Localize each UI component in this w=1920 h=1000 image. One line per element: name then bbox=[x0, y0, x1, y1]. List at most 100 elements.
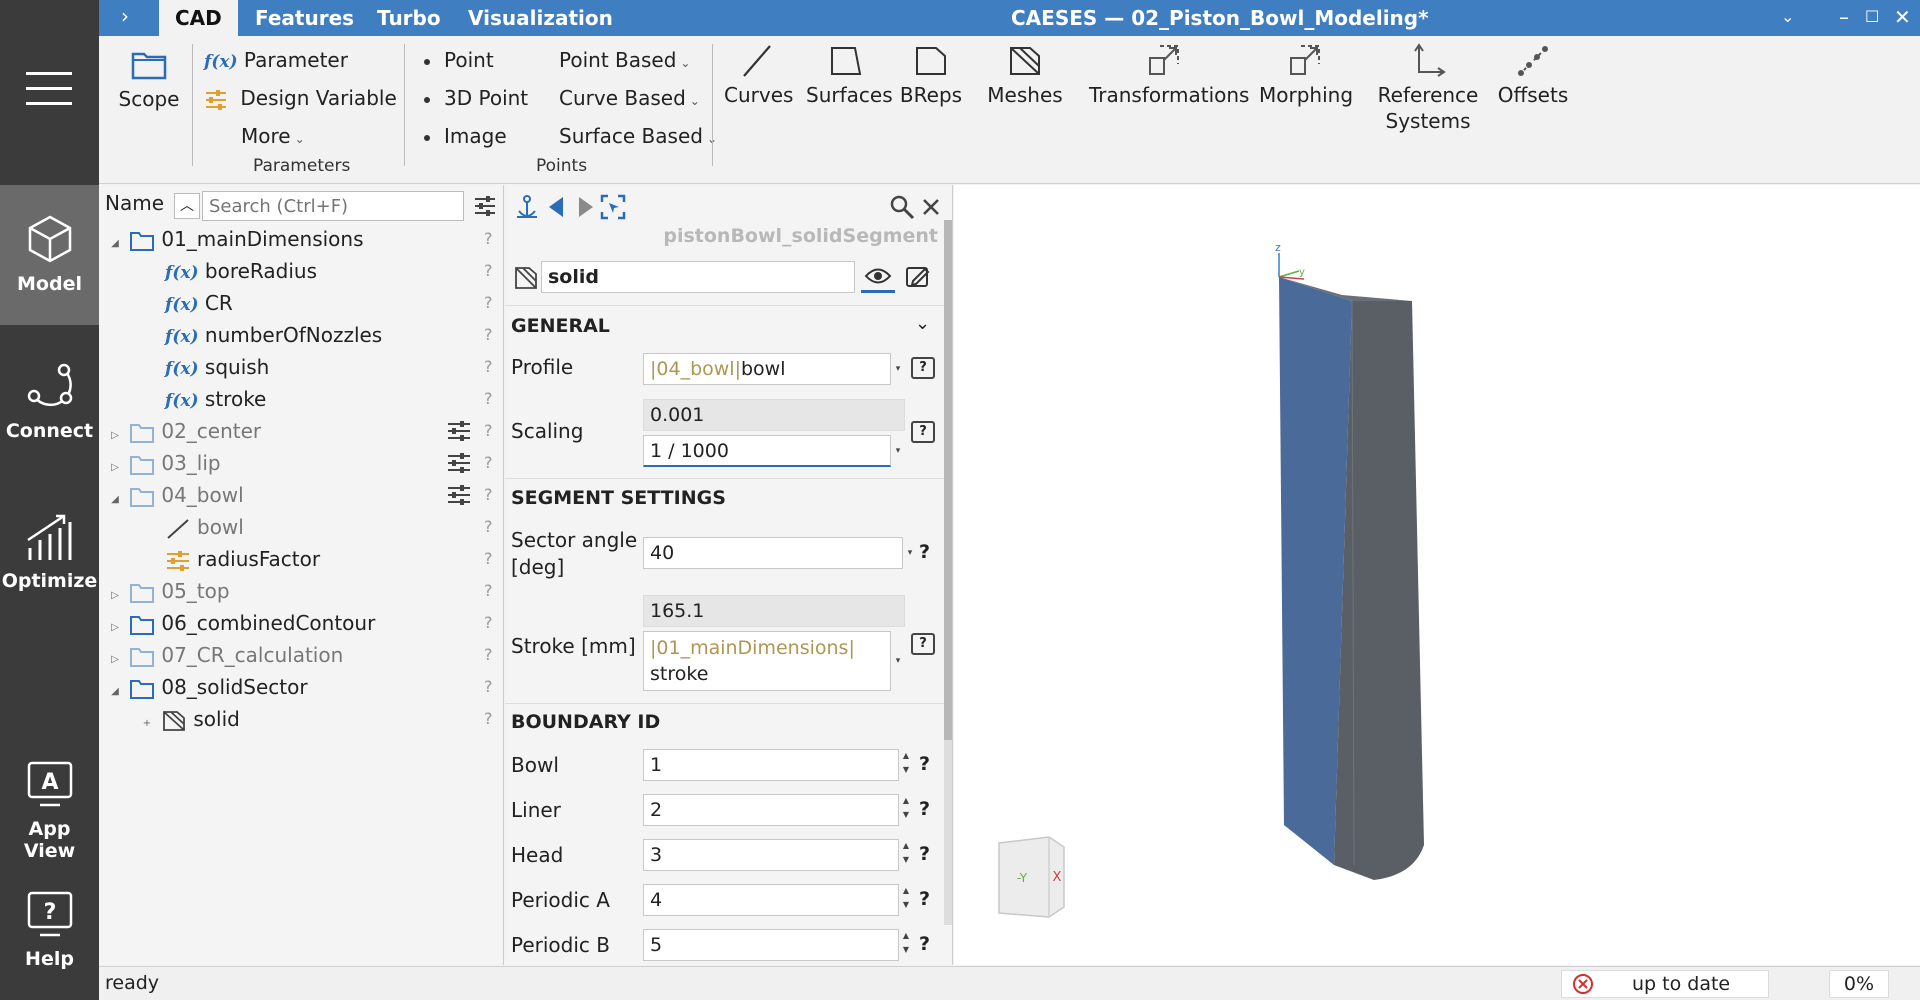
3d-viewport[interactable]: z y -Y X bbox=[954, 185, 1920, 965]
spinner-arrows-icon[interactable]: ▲ ▼ bbox=[899, 749, 913, 781]
stroke-expression-input[interactable]: |01_mainDimensions| stroke bbox=[643, 631, 891, 691]
tree-folder-03-lip[interactable]: ▷ 03_lip bbox=[107, 447, 220, 479]
spinner-arrows-icon[interactable]: ▲ ▼ bbox=[899, 884, 913, 916]
sidebar-item-connect[interactable]: Connect bbox=[0, 360, 99, 442]
liner-boundary-input[interactable]: 2 bbox=[643, 794, 899, 826]
morphing-button[interactable]: Morphing bbox=[1259, 42, 1353, 108]
filter-settings-icon[interactable] bbox=[473, 195, 497, 217]
bowl-boundary-input[interactable]: 1 bbox=[643, 749, 899, 781]
tree-folder-06-combined-contour[interactable]: ▷ 06_combinedContour bbox=[107, 607, 375, 639]
sidebar-item-help[interactable]: ? Help bbox=[0, 888, 99, 970]
curve-based-dropdown[interactable]: Curve Based ⌄ bbox=[559, 86, 700, 110]
point-based-dropdown[interactable]: Point Based ⌄ bbox=[559, 48, 690, 72]
surface-based-dropdown[interactable]: Surface Based⌄ bbox=[559, 124, 717, 148]
close-panel-icon[interactable] bbox=[917, 193, 945, 221]
tree-folder-04-bowl[interactable]: ◢ 04_bowl bbox=[107, 479, 244, 511]
help-question-mark[interactable]: ? bbox=[484, 357, 493, 376]
help-question-mark[interactable]: ? bbox=[484, 325, 493, 344]
meshes-button[interactable]: Meshes bbox=[987, 42, 1063, 108]
head-boundary-input[interactable]: 3 bbox=[643, 839, 899, 871]
more-dropdown[interactable]: More ⌄ bbox=[241, 124, 305, 148]
collapse-arrow-icon[interactable]: ◢ bbox=[107, 484, 123, 516]
reference-systems-button[interactable]: Reference Systems bbox=[1373, 42, 1483, 134]
folder-settings-icon[interactable] bbox=[446, 420, 472, 442]
dropdown-arrow-icon[interactable]: ▾ bbox=[891, 435, 905, 467]
help-question-mark[interactable]: ? bbox=[484, 421, 493, 440]
maximize-icon[interactable]: ☐ bbox=[1865, 0, 1879, 34]
sidebar-item-optimize[interactable]: Optimize bbox=[0, 510, 99, 592]
folder-settings-icon[interactable] bbox=[446, 484, 472, 506]
spinner-arrows-icon[interactable]: ▲ ▼ bbox=[899, 839, 913, 871]
image-button[interactable]: Image bbox=[424, 124, 507, 148]
sidebar-item-app-view[interactable]: A App View bbox=[0, 758, 99, 862]
help-question-mark[interactable]: ? bbox=[484, 613, 493, 632]
tab-cad[interactable]: CAD bbox=[159, 0, 238, 36]
object-name-input[interactable]: solid bbox=[541, 261, 855, 293]
help-question-mark[interactable]: ? bbox=[484, 677, 493, 696]
tree-folder-07-cr-calculation[interactable]: ▷ 07_CR_calculation bbox=[107, 639, 343, 671]
dropdown-arrow-icon[interactable]: ▾ bbox=[891, 645, 905, 677]
help-question-mark[interactable]: ? bbox=[919, 843, 930, 865]
design-variable-button[interactable]: Design Variable bbox=[204, 86, 397, 111]
help-question-mark[interactable]: ? bbox=[484, 293, 493, 312]
back-arrow-icon[interactable] bbox=[543, 193, 571, 221]
tree-folder-02-center[interactable]: ▷ 02_center bbox=[107, 415, 261, 447]
tab-visualization[interactable]: Visualization bbox=[452, 0, 629, 36]
help-question-mark[interactable]: ? bbox=[484, 581, 493, 600]
offsets-button[interactable]: Offsets bbox=[1495, 42, 1571, 108]
search-icon[interactable] bbox=[888, 193, 916, 221]
sector-angle-input[interactable]: 40 bbox=[643, 537, 903, 569]
curves-button[interactable]: Curves bbox=[724, 42, 793, 108]
dropdown-chevron-icon[interactable]: ⌄ bbox=[1781, 0, 1794, 34]
help-question-mark[interactable]: ? bbox=[484, 485, 493, 504]
dropdown-arrow-icon[interactable]: ▾ bbox=[891, 353, 905, 385]
edit-icon[interactable] bbox=[905, 265, 931, 289]
spinner-arrows-icon[interactable]: ▲ ▼ bbox=[899, 929, 913, 961]
help-question-mark[interactable]: ? bbox=[484, 229, 493, 248]
help-question-mark[interactable]: ? bbox=[919, 933, 930, 955]
help-question-mark[interactable]: ? bbox=[919, 753, 930, 775]
minimize-icon[interactable]: – bbox=[1839, 0, 1849, 34]
update-state-indicator[interactable]: up to date bbox=[1561, 970, 1769, 998]
profile-input[interactable]: |04_bowl|bowl bbox=[643, 353, 891, 385]
solid-segment-model[interactable] bbox=[1279, 277, 1424, 880]
close-icon[interactable]: ✕ bbox=[1894, 0, 1911, 34]
tree-folder-05-top[interactable]: ▷ 05_top bbox=[107, 575, 229, 607]
anchor-icon[interactable] bbox=[513, 193, 541, 221]
expand-chevron-icon[interactable]: › bbox=[121, 4, 129, 28]
expand-plus-icon[interactable]: + bbox=[139, 708, 155, 740]
menu-icon[interactable] bbox=[26, 72, 72, 108]
collapse-arrow-icon[interactable]: ◢ bbox=[107, 676, 123, 708]
scaling-expression-input[interactable]: 1 / 1000 bbox=[643, 435, 891, 467]
tree-item-number-of-nozzles[interactable]: f(x) numberOfNozzles bbox=[165, 319, 382, 351]
tree-item-radius-factor[interactable]: radiusFactor bbox=[165, 543, 320, 575]
spinner-arrows-icon[interactable]: ▲ ▼ bbox=[899, 794, 913, 826]
scrollbar-thumb[interactable] bbox=[944, 220, 952, 740]
periodic-a-boundary-input[interactable]: 4 bbox=[643, 884, 899, 916]
collapse-chevron-icon[interactable]: ⌄ bbox=[915, 313, 930, 334]
tree-item-bowl-curve[interactable]: bowl bbox=[165, 511, 244, 543]
help-screen-icon[interactable]: ? bbox=[911, 633, 935, 655]
help-question-mark[interactable]: ? bbox=[484, 709, 493, 728]
help-question-mark[interactable]: ? bbox=[484, 261, 493, 280]
help-screen-icon[interactable]: ? bbox=[911, 357, 935, 379]
properties-scrollbar[interactable] bbox=[944, 220, 952, 925]
help-question-mark[interactable]: ? bbox=[484, 549, 493, 568]
help-screen-icon[interactable]: ? bbox=[911, 421, 935, 443]
tree-folder-01-main-dimensions[interactable]: ◢ 01_mainDimensions bbox=[107, 223, 363, 255]
surfaces-button[interactable]: Surfaces bbox=[806, 42, 893, 108]
sort-chevron-icon[interactable]: ︿ bbox=[174, 193, 200, 219]
transformations-button[interactable]: Transformations bbox=[1089, 42, 1249, 108]
help-question-mark[interactable]: ? bbox=[484, 517, 493, 536]
tree-item-solid[interactable]: + solid bbox=[139, 703, 240, 735]
select-target-icon[interactable] bbox=[599, 193, 627, 221]
tree-item-squish[interactable]: f(x) squish bbox=[165, 351, 269, 383]
tree-item-bore-radius[interactable]: f(x) boreRadius bbox=[165, 255, 317, 287]
tree-item-stroke[interactable]: f(x) stroke bbox=[165, 383, 266, 415]
help-question-mark[interactable]: ? bbox=[484, 453, 493, 472]
visibility-toggle[interactable] bbox=[861, 261, 895, 293]
collapse-arrow-icon[interactable]: ◢ bbox=[107, 228, 123, 260]
tab-features[interactable]: Features bbox=[239, 0, 370, 36]
tree-item-cr[interactable]: f(x) CR bbox=[165, 287, 233, 319]
viewport-canvas[interactable]: z y -Y X bbox=[954, 185, 1920, 965]
